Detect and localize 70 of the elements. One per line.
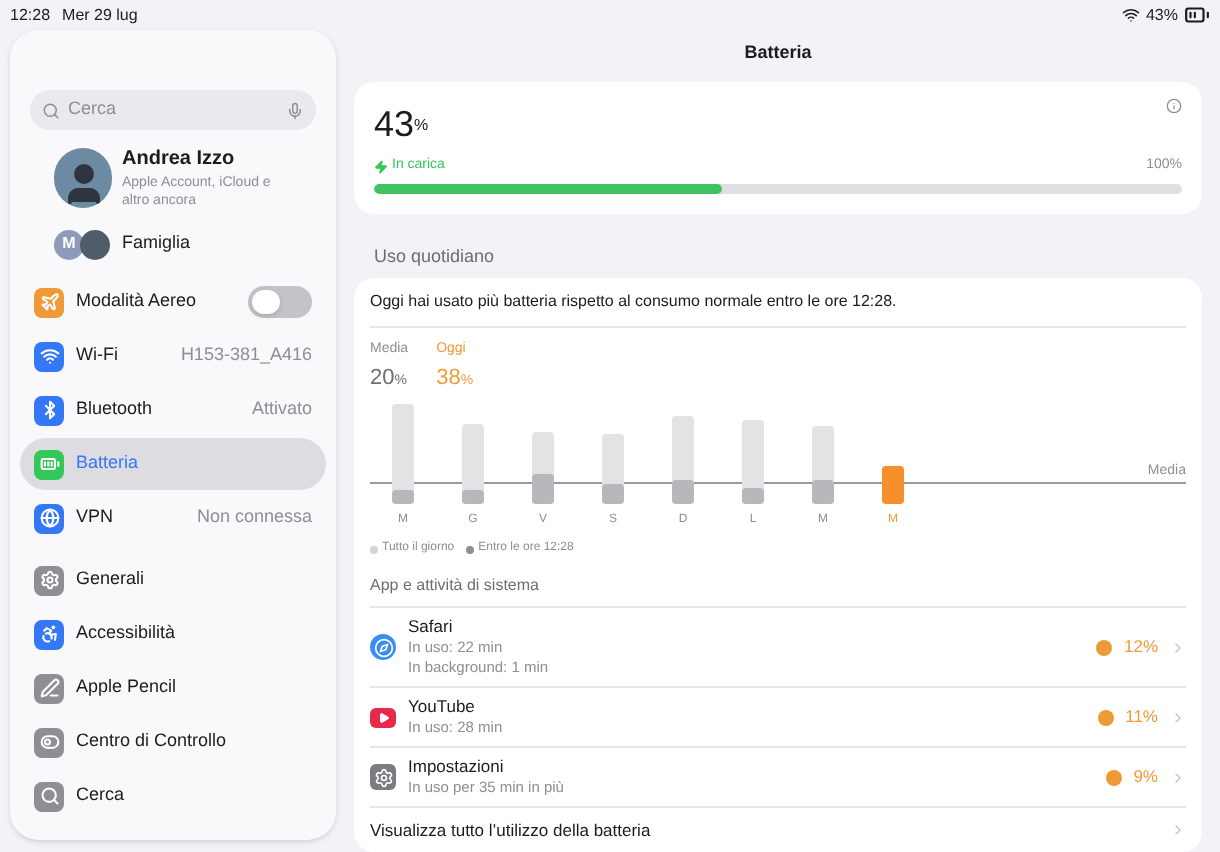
app-percent: 11% bbox=[1125, 704, 1158, 730]
sidebar-item-label: Cerca bbox=[76, 782, 125, 809]
sidebar-item-label: Centro di Controllo bbox=[76, 728, 227, 755]
switches-icon bbox=[34, 727, 64, 757]
avatar[interactable] bbox=[54, 147, 112, 207]
gear-icon bbox=[34, 565, 64, 595]
app-percent: 12% bbox=[1123, 634, 1158, 660]
usage-message: Oggi hai usato più batteria rispetto al consumo normale entro le ore 12:28. bbox=[370, 290, 1186, 328]
sidebar-item-label: VPN bbox=[76, 504, 114, 531]
status-time: 12:28 bbox=[10, 3, 51, 27]
warning-icon bbox=[1097, 709, 1114, 725]
gear-icon bbox=[370, 764, 396, 790]
compass-icon bbox=[370, 634, 396, 660]
sidebar-item-label: Bluetooth bbox=[76, 396, 153, 423]
plane-icon bbox=[34, 287, 64, 317]
sidebar-item[interactable]: Cerca bbox=[20, 770, 326, 822]
warning-icon bbox=[1095, 639, 1112, 655]
wifi-icon bbox=[34, 341, 64, 371]
app-percent: 9% bbox=[1133, 764, 1158, 790]
percent-unit: % bbox=[414, 114, 429, 138]
search-icon bbox=[34, 781, 64, 811]
warning-icon bbox=[1105, 769, 1122, 785]
sidebar-item[interactable]: Apple Pencil bbox=[20, 662, 326, 714]
bolt-icon bbox=[374, 159, 388, 174]
sidebar-item-label: Modalità Aereo bbox=[76, 288, 197, 315]
sidebar-item-value: H153-381_A416 bbox=[180, 342, 312, 369]
globe-icon bbox=[34, 503, 64, 533]
microphone-icon bbox=[286, 101, 304, 119]
page-title: Batteria bbox=[742, 40, 814, 66]
chevron-icon bbox=[1170, 769, 1186, 785]
play-icon bbox=[370, 707, 396, 727]
account-name[interactable]: Andrea Izzo bbox=[122, 144, 292, 174]
info-icon[interactable] bbox=[1166, 98, 1182, 114]
sidebar-item[interactable]: Generali bbox=[20, 554, 326, 606]
family-member-avatar bbox=[80, 229, 110, 259]
sidebar-item-label: Generali bbox=[76, 566, 145, 593]
sidebar-item-label: Apple Pencil bbox=[76, 674, 177, 701]
chevron-icon bbox=[1170, 709, 1186, 725]
search-icon bbox=[42, 101, 60, 119]
all-usage-link[interactable]: Visualizza tutto l’utilizzo della batteria bbox=[370, 808, 1186, 852]
chevron-icon bbox=[1170, 639, 1186, 655]
sidebar-item-label: Wi-Fi bbox=[76, 342, 118, 369]
app-name: YouTube bbox=[408, 696, 477, 718]
sidebar-item[interactable]: Wi-Fi H153-381_A416 bbox=[20, 330, 326, 382]
sidebar-item[interactable]: VPN Non connessa bbox=[20, 492, 326, 544]
bluetooth-icon bbox=[34, 395, 64, 425]
section-header: Uso quotidiano bbox=[374, 243, 497, 270]
sidebar-item[interactable]: Bluetooth Attivato bbox=[20, 384, 326, 436]
accessibility-icon bbox=[34, 619, 64, 649]
battery-level-value: 43 bbox=[374, 102, 415, 148]
apps-header: App e attività di sistema bbox=[370, 574, 1186, 608]
sidebar-item-value: Attivato bbox=[251, 396, 312, 423]
status-date: Mer 29 lug bbox=[62, 3, 138, 27]
family-label[interactable]: Famiglia bbox=[122, 230, 191, 258]
sidebar-item[interactable]: Modalità Aereo bbox=[20, 276, 326, 328]
wifi-icon bbox=[1121, 6, 1140, 24]
sidebar-item-label: Accessibilità bbox=[76, 620, 176, 647]
sidebar-item-value: Non connessa bbox=[196, 504, 312, 531]
battery-percent: 43% bbox=[1145, 3, 1178, 27]
family-member-avatar: M bbox=[54, 229, 84, 259]
airplane-toggle[interactable] bbox=[248, 286, 312, 318]
sidebar-item[interactable]: Accessibilità bbox=[20, 608, 326, 660]
chevron-icon bbox=[1170, 822, 1186, 838]
app-name: Impostazioni bbox=[408, 756, 506, 778]
app-name: Safari bbox=[408, 616, 455, 638]
sidebar-item-label: Batteria bbox=[76, 450, 139, 477]
battery-icon bbox=[34, 449, 64, 479]
pencil-icon bbox=[34, 673, 64, 703]
battery-icon bbox=[1184, 2, 1210, 28]
sidebar-item[interactable]: Centro di Controllo bbox=[20, 716, 326, 768]
